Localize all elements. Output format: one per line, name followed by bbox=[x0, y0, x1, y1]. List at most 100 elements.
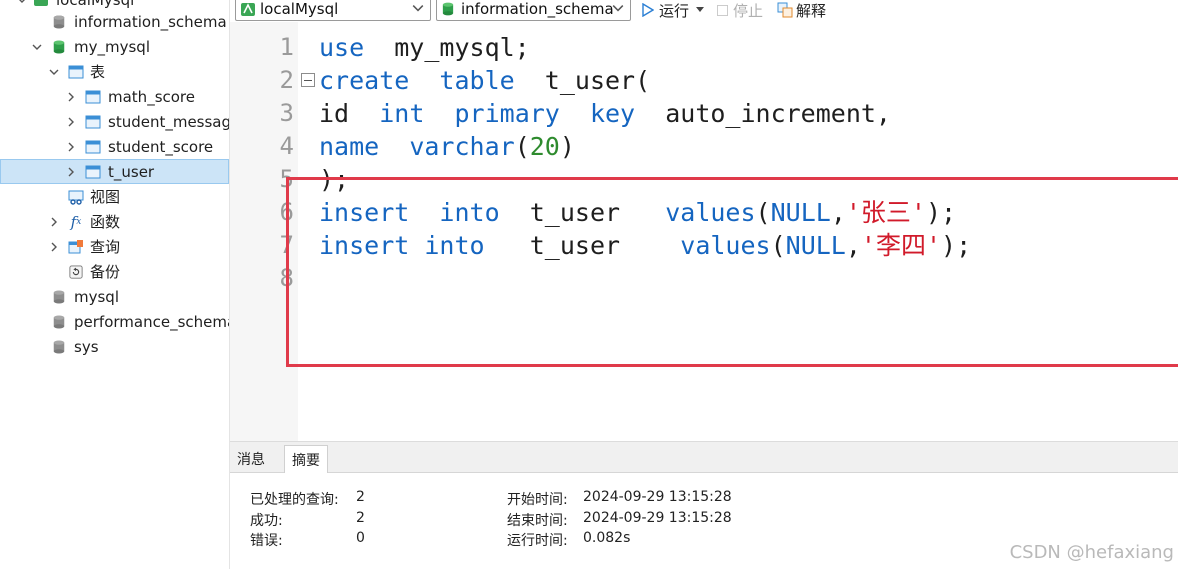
chevron-right-icon[interactable] bbox=[48, 216, 60, 228]
tree-item-label: student_messag bbox=[108, 112, 229, 131]
code-token: my_mysql; bbox=[364, 33, 530, 62]
chevron-down-icon bbox=[612, 5, 624, 12]
tree-item-backups[interactable]: 备份 bbox=[0, 259, 229, 284]
code-line-4: name varchar(20) bbox=[319, 130, 575, 163]
tree-item-db-my-mysql[interactable]: my_mysql bbox=[0, 34, 229, 59]
tree-item-label: localMysql bbox=[56, 0, 134, 9]
navicat-window: localMysql information_schema my_mysql bbox=[0, 0, 1178, 569]
code-token: ) bbox=[559, 132, 575, 161]
tab-summary[interactable]: 摘要 bbox=[284, 445, 328, 473]
tree-item-label: information_schema bbox=[74, 12, 227, 31]
code-line-7: insert into t_user values(NULL,'李四'); bbox=[319, 229, 971, 262]
tree-item-table-selected[interactable]: t_user bbox=[0, 159, 229, 184]
tab-messages[interactable]: 消息 bbox=[230, 445, 272, 473]
database-icon bbox=[51, 14, 67, 30]
code-token: , bbox=[845, 231, 861, 260]
tree-item-label: sys bbox=[74, 337, 99, 356]
code-token: 20 bbox=[529, 132, 560, 161]
summary-elapsed-value: 0.082s bbox=[583, 530, 631, 546]
tree-item-functions[interactable]: fx 函数 bbox=[0, 209, 229, 234]
code-token: ); bbox=[319, 165, 350, 194]
chevron-right-icon[interactable] bbox=[65, 116, 77, 128]
tree-item-label: 视图 bbox=[90, 188, 121, 206]
tree-item-tables-folder[interactable]: 表 bbox=[0, 59, 229, 84]
line-number: 7 bbox=[279, 231, 294, 259]
code-token: primary bbox=[454, 99, 560, 128]
code-token: table bbox=[439, 66, 515, 95]
function-icon: fx bbox=[70, 212, 82, 231]
database-icon bbox=[51, 314, 67, 330]
code-token: use bbox=[319, 33, 365, 62]
code-line-1: use my_mysql; bbox=[319, 31, 530, 64]
table-icon bbox=[85, 114, 101, 130]
code-token: insert bbox=[319, 198, 410, 227]
tree-item-views[interactable]: 视图 bbox=[0, 184, 229, 209]
chevron-right-icon[interactable] bbox=[65, 91, 77, 103]
sql-editor[interactable]: 1 2 3 4 5 6 7 8 use my_mysql; create tab… bbox=[230, 22, 1178, 441]
line-number: 4 bbox=[279, 132, 294, 160]
tree-item-label: student_score bbox=[108, 137, 214, 156]
backup-icon bbox=[68, 264, 84, 280]
tree-item-label: mysql bbox=[74, 287, 119, 306]
chevron-down-icon bbox=[412, 5, 424, 12]
chevron-right-icon[interactable] bbox=[65, 166, 77, 178]
database-select[interactable]: information_schema bbox=[436, 0, 631, 21]
tree-item-label: 备份 bbox=[90, 263, 121, 281]
chevron-down-icon[interactable] bbox=[31, 41, 43, 53]
code-token: values bbox=[665, 198, 756, 227]
code-token: name bbox=[319, 132, 380, 161]
summary-error-value: 0 bbox=[356, 530, 365, 546]
chevron-down-icon[interactable] bbox=[16, 0, 28, 6]
summary-processed-value: 2 bbox=[356, 489, 365, 505]
play-icon bbox=[642, 3, 654, 17]
run-label: 运行 bbox=[659, 1, 690, 20]
tree-item-label: 函数 bbox=[90, 213, 121, 231]
code-token: into bbox=[424, 231, 485, 260]
code-token: t_user( bbox=[514, 66, 651, 95]
fold-toggle-icon[interactable] bbox=[301, 73, 315, 87]
connection-select-value: localMysql bbox=[260, 0, 339, 18]
tree-item-table[interactable]: student_score bbox=[0, 134, 229, 159]
code-token: insert bbox=[319, 231, 410, 260]
code-token: key bbox=[589, 99, 636, 128]
code-token: create bbox=[319, 66, 410, 95]
code-line-6: insert into t_user values(NULL,'张三'); bbox=[319, 196, 956, 229]
run-button[interactable]: 运行 bbox=[642, 0, 705, 20]
code-token: NULL bbox=[770, 198, 831, 227]
tree-item-db-sys[interactable]: sys bbox=[0, 334, 229, 359]
explain-button[interactable]: 解释 bbox=[777, 0, 826, 20]
table-folder-icon bbox=[68, 64, 84, 80]
stop-button[interactable]: 停止 bbox=[717, 0, 763, 20]
line-number: 5 bbox=[279, 165, 294, 193]
database-select-value: information_schema bbox=[461, 0, 614, 18]
database-active-icon bbox=[51, 39, 67, 55]
code-token: '张三' bbox=[845, 198, 926, 227]
summary-success-value: 2 bbox=[356, 510, 365, 526]
tree-item-db-performance-schema[interactable]: performance_schema bbox=[0, 309, 229, 334]
connection-select[interactable]: localMysql bbox=[235, 0, 431, 21]
caret-down-icon[interactable] bbox=[696, 7, 705, 13]
explain-icon bbox=[777, 2, 793, 18]
tree-item-queries[interactable]: 查询 bbox=[0, 234, 229, 259]
tree-item-table[interactable]: math_score bbox=[0, 84, 229, 109]
stop-label: 停止 bbox=[733, 1, 764, 20]
code-token: t_user bbox=[484, 231, 681, 260]
chevron-down-icon[interactable] bbox=[48, 66, 60, 78]
object-tree-sidebar: localMysql information_schema my_mysql bbox=[0, 0, 230, 569]
summary-success-label: 成功: bbox=[250, 513, 283, 529]
view-icon bbox=[68, 189, 84, 205]
summary-error-label: 错误: bbox=[250, 533, 283, 549]
code-line-3: id int primary key auto_increment, bbox=[319, 97, 891, 130]
tree-item-db-mysql[interactable]: mysql bbox=[0, 284, 229, 309]
chevron-right-icon[interactable] bbox=[65, 141, 77, 153]
watermark: CSDN @hefaxiang bbox=[1009, 542, 1174, 563]
tree-item-table[interactable]: student_messag bbox=[0, 109, 229, 134]
summary-processed-label: 已处理的查询: bbox=[250, 492, 339, 508]
tree-item-db-information-schema[interactable]: information_schema bbox=[0, 9, 229, 34]
code-token: ( bbox=[755, 198, 771, 227]
chevron-right-icon[interactable] bbox=[48, 241, 60, 253]
summary-end-label: 结束时间: bbox=[507, 513, 568, 529]
